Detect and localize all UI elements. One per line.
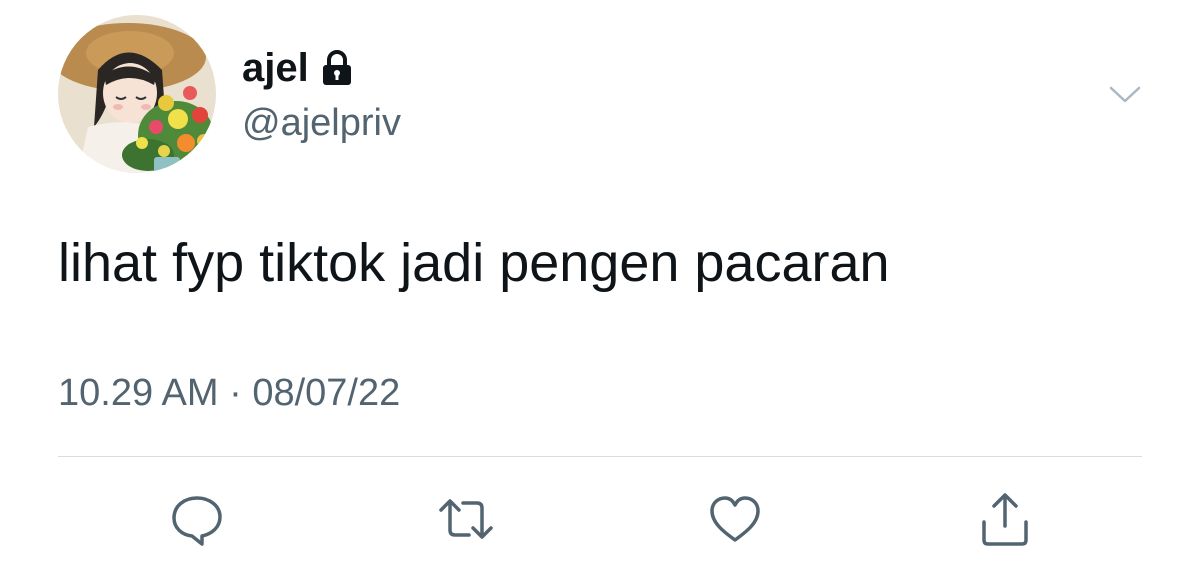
divider [58,456,1142,457]
retweet-button[interactable] [437,490,495,548]
chevron-down-icon[interactable] [1108,80,1142,108]
share-icon [982,493,1028,546]
lock-icon [321,50,353,86]
display-name[interactable]: ajel [242,45,309,91]
author-name-row: ajel [242,45,353,91]
reply-button[interactable] [168,490,226,548]
tweet-timestamp[interactable]: 10.29 AM · 08/07/22 [58,368,400,418]
user-handle[interactable]: @ajelpriv [242,100,401,146]
share-button[interactable] [976,490,1034,548]
reply-icon [172,496,222,546]
like-button[interactable] [706,490,764,548]
tweet-time: 10.29 AM [58,372,219,414]
retweet-icon [439,499,493,539]
tweet-text: lihat fyp tiktok jadi pengen pacaran [58,233,890,293]
tweet-card: ajel @ajelpriv lihat fyp tiktok jadi pen… [0,0,1200,571]
meta-separator: · [218,372,253,414]
avatar[interactable] [58,15,216,173]
heart-icon [710,496,760,542]
tweet-date: 08/07/22 [252,372,401,414]
